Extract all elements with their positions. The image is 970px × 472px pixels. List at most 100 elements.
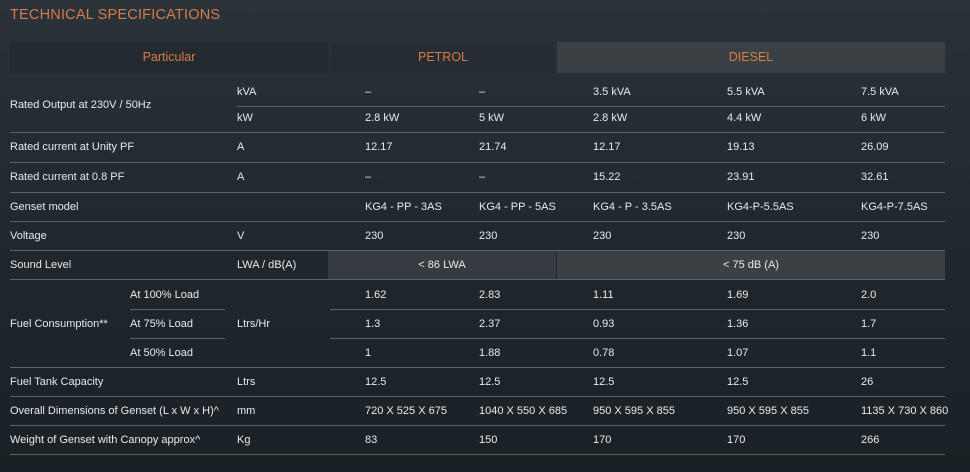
fuel-load-2-value-5: 1.7	[861, 318, 877, 330]
fuel-tank-value-2: 12.5	[479, 376, 501, 388]
current-08-value-1: –	[365, 171, 372, 183]
genset-model-value-2: KG4 - PP - 5AS	[479, 201, 556, 213]
table-header: Particular PETROL DIESEL	[0, 42, 970, 73]
genset-model-value-4: KG4-P-5.5AS	[727, 201, 794, 213]
weight-value-5: 266	[861, 434, 880, 446]
fuel-load-2-value-2: 2.37	[479, 318, 501, 330]
voltage-value-1: 230	[365, 230, 384, 242]
rated-output-kw-value-5: 6 kW	[861, 112, 887, 124]
current-08-value-3: 15.22	[593, 171, 621, 183]
header-petrol: PETROL	[332, 42, 554, 73]
sound-level-label: Sound Level	[10, 259, 72, 271]
current-08-value-2: –	[479, 171, 486, 183]
genset-model-value-3: KG4 - P - 3.5AS	[593, 201, 672, 213]
weight-unit: Kg	[237, 434, 251, 446]
weight-value-1: 83	[365, 434, 378, 446]
rated-output-kva-value-1: –	[365, 86, 372, 98]
fuel-load-2-value-3: 0.93	[593, 318, 615, 330]
current-08-unit: A	[237, 171, 245, 183]
current-unity-value-3: 12.17	[593, 141, 621, 153]
fuel-load-1-value-1: 1.62	[365, 289, 387, 301]
fuel-load-3-value-2: 1.88	[479, 347, 501, 359]
fuel-load-label-2: At 75% Load	[130, 318, 193, 330]
fuel-load-3-value-3: 0.78	[593, 347, 615, 359]
current-unity-value-1: 12.17	[365, 141, 393, 153]
rated-output-kw-value-3: 2.8 kW	[593, 112, 628, 124]
fuel-load-1-value-2: 2.83	[479, 289, 501, 301]
fuel-load-1-value-3: 1.11	[593, 289, 614, 301]
fuel-load-3-value-5: 1.1	[861, 347, 877, 359]
current-unity-value-2: 21.74	[479, 141, 507, 153]
fuel-tank-unit: Ltrs	[237, 376, 256, 388]
dimensions-label: Overall Dimensions of Genset (L x W x H)…	[10, 405, 219, 417]
rated-output-kw-unit: kW	[237, 112, 253, 124]
current-unity-label: Rated current at Unity PF	[10, 141, 135, 153]
rated-output-label: Rated Output at 230V / 50Hz	[10, 99, 152, 111]
fuel-tank-value-4: 12.5	[727, 376, 749, 388]
dimensions-value-1: 720 X 525 X 675	[365, 405, 447, 417]
fuel-load-label-1: At 100% Load	[130, 289, 200, 301]
dimensions-value-2: 1040 X 550 X 685	[479, 405, 568, 417]
row-divider	[330, 309, 945, 310]
header-particular: Particular	[10, 42, 328, 73]
row-divider	[130, 338, 225, 339]
row-divider	[130, 309, 225, 310]
row-divider	[10, 221, 945, 222]
voltage-value-4: 230	[727, 230, 746, 242]
page-title: TECHNICAL SPECIFICATIONS	[10, 7, 221, 23]
row-divider	[10, 192, 945, 193]
fuel-load-3-value-1: 1	[365, 347, 372, 359]
row-divider	[10, 396, 945, 397]
voltage-value-5: 230	[861, 230, 880, 242]
fuel-load-1-value-5: 2.0	[861, 289, 877, 301]
fuel-load-label-3: At 50% Load	[130, 347, 193, 359]
dimensions-value-5: 1135 X 730 X 860	[861, 405, 949, 417]
fuel-load-2-value-1: 1.3	[365, 318, 381, 330]
fuel-tank-value-1: 12.5	[365, 376, 387, 388]
rated-output-kva-value-5: 7.5 kVA	[861, 86, 899, 98]
row-divider	[10, 454, 945, 455]
rated-output-kva-value-4: 5.5 kVA	[727, 86, 765, 98]
current-unity-value-4: 19.13	[727, 141, 755, 153]
fuel-tank-value-3: 12.5	[593, 376, 615, 388]
fuel-consumption-unit: Ltrs/Hr	[237, 318, 270, 330]
genset-model-value-5: KG4-P-7.5AS	[861, 201, 928, 213]
fuel-tank-value-5: 26	[861, 376, 874, 388]
rated-output-kw-value-2: 5 kW	[479, 112, 505, 124]
row-divider	[10, 132, 945, 133]
voltage-value-3: 230	[593, 230, 612, 242]
weight-value-3: 170	[593, 434, 612, 446]
dimensions-value-4: 950 X 595 X 855	[727, 405, 809, 417]
row-divider	[10, 162, 945, 163]
sound-level-petrol: < 86 LWA	[418, 259, 466, 271]
rated-output-kva-unit: kVA	[237, 86, 257, 98]
voltage-value-2: 230	[479, 230, 498, 242]
row-divider	[10, 279, 945, 280]
header-diesel: DIESEL	[557, 42, 945, 73]
weight-value-2: 150	[479, 434, 498, 446]
current-08-value-5: 32.61	[861, 171, 889, 183]
weight-value-4: 170	[727, 434, 746, 446]
row-divider	[330, 338, 945, 339]
current-08-value-4: 23.91	[727, 171, 755, 183]
sound-level-unit: LWA / dB(A)	[237, 259, 297, 271]
rated-output-kva-value-3: 3.5 kVA	[593, 86, 631, 98]
dimensions-unit: mm	[237, 405, 256, 417]
rated-output-kva-value-2: –	[479, 86, 486, 98]
row-divider	[10, 367, 945, 368]
fuel-tank-label: Fuel Tank Capacity	[10, 376, 104, 388]
sound-level-diesel: < 75 dB (A)	[723, 259, 779, 271]
weight-label: Weight of Genset with Canopy approx^	[10, 434, 201, 446]
voltage-unit: V	[237, 230, 245, 242]
voltage-label: Voltage	[10, 230, 47, 242]
row-divider	[10, 425, 945, 426]
genset-model-value-1: KG4 - PP - 3AS	[365, 201, 442, 213]
rated-output-kw-value-4: 4.4 kW	[727, 112, 762, 124]
dimensions-value-3: 950 X 595 X 855	[593, 405, 675, 417]
fuel-consumption-label: Fuel Consumption**	[10, 318, 108, 330]
row-divider	[10, 250, 945, 251]
fuel-load-1-value-4: 1.69	[727, 289, 749, 301]
genset-model-label: Genset model	[10, 201, 79, 213]
rated-output-kw-value-1: 2.8 kW	[365, 112, 400, 124]
current-unity-value-5: 26.09	[861, 141, 889, 153]
